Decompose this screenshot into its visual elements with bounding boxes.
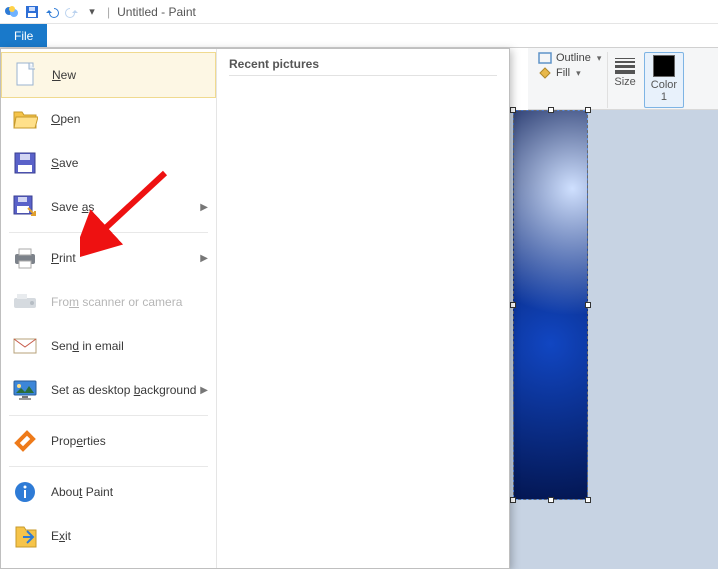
- qat-customize-icon[interactable]: ▾: [84, 4, 100, 20]
- outline-button[interactable]: Outline▾: [534, 52, 605, 64]
- resize-handle[interactable]: [548, 107, 554, 113]
- open-folder-icon: [11, 105, 39, 133]
- qat-undo-icon[interactable]: [44, 4, 60, 20]
- workspace: Outline▾ Fill▾ Size Color 1: [0, 48, 718, 569]
- menu-label: Properties: [51, 434, 106, 448]
- submenu-arrow-icon: ▶: [200, 385, 208, 396]
- window-title: Untitled - Paint: [117, 5, 196, 19]
- menu-item-exit[interactable]: Exit: [1, 514, 216, 558]
- recent-pictures-panel: Recent pictures: [217, 49, 509, 568]
- ribbon-fragment: Outline▾ Fill▾ Size Color 1: [528, 48, 718, 110]
- menu-item-new[interactable]: New: [1, 52, 216, 98]
- properties-icon: [11, 427, 39, 455]
- scanner-icon: [11, 288, 39, 316]
- menu-separator: [9, 415, 208, 416]
- file-menu: New Open Save Save as ▶: [0, 48, 510, 569]
- separator: |: [107, 5, 110, 19]
- menu-item-open[interactable]: Open: [1, 97, 216, 141]
- submenu-arrow-icon: ▶: [200, 253, 208, 264]
- menu-label: Open: [51, 112, 80, 126]
- submenu-arrow-icon: ▶: [200, 202, 208, 213]
- save-as-icon: [11, 193, 39, 221]
- menu-label: About Paint: [51, 485, 113, 499]
- menu-label: New: [52, 68, 76, 82]
- new-file-icon: [12, 61, 40, 89]
- menu-separator: [9, 466, 208, 467]
- color1-swatch: [653, 55, 675, 77]
- qat-save-icon[interactable]: [24, 4, 40, 20]
- size-label: Size: [614, 76, 635, 88]
- selected-image[interactable]: [513, 110, 588, 500]
- title-bar: ▾ | Untitled - Paint: [0, 0, 718, 24]
- outline-label: Outline: [556, 52, 591, 64]
- exit-icon: [11, 522, 39, 550]
- save-icon: [11, 149, 39, 177]
- email-icon: [11, 332, 39, 360]
- menu-item-wallpaper[interactable]: Set as desktop background ▶: [1, 368, 216, 412]
- menu-label: Save: [51, 156, 78, 170]
- resize-handle[interactable]: [548, 497, 554, 503]
- menu-item-about[interactable]: About Paint: [1, 470, 216, 514]
- resize-handle[interactable]: [585, 302, 591, 308]
- menu-item-print[interactable]: Print ▶: [1, 236, 216, 280]
- outline-icon: [538, 52, 552, 64]
- resize-handle[interactable]: [585, 107, 591, 113]
- menu-label: From scanner or camera: [51, 295, 182, 309]
- menu-label: Save as: [51, 200, 94, 214]
- menu-item-email[interactable]: Send in email: [1, 324, 216, 368]
- resize-handle[interactable]: [510, 497, 516, 503]
- menu-label: Send in email: [51, 339, 124, 353]
- menu-item-properties[interactable]: Properties: [1, 419, 216, 463]
- fill-label: Fill: [556, 67, 570, 79]
- color1-group[interactable]: Color 1: [644, 52, 684, 108]
- menu-item-save-as[interactable]: Save as ▶: [1, 185, 216, 229]
- fill-button[interactable]: Fill▾: [534, 67, 605, 79]
- menu-label: Set as desktop background: [51, 383, 196, 397]
- resize-handle[interactable]: [585, 497, 591, 503]
- desktop-icon: [11, 376, 39, 404]
- resize-handle[interactable]: [510, 107, 516, 113]
- print-icon: [11, 244, 39, 272]
- menu-item-scanner: From scanner or camera: [1, 280, 216, 324]
- menu-label: Print: [51, 251, 76, 265]
- resize-handle[interactable]: [510, 302, 516, 308]
- size-icon: [615, 58, 635, 74]
- tab-strip: File: [0, 24, 718, 48]
- color1-label: Color 1: [651, 79, 677, 103]
- file-tab[interactable]: File: [0, 24, 47, 47]
- info-icon: [11, 478, 39, 506]
- file-menu-items: New Open Save Save as ▶: [1, 49, 217, 568]
- qat-redo-icon[interactable]: [64, 4, 80, 20]
- menu-item-save[interactable]: Save: [1, 141, 216, 185]
- menu-separator: [9, 232, 208, 233]
- fill-icon: [538, 67, 552, 79]
- app-icon: [4, 4, 20, 20]
- size-group[interactable]: Size: [607, 52, 641, 108]
- recent-pictures-header: Recent pictures: [229, 57, 497, 76]
- menu-label: Exit: [51, 529, 71, 543]
